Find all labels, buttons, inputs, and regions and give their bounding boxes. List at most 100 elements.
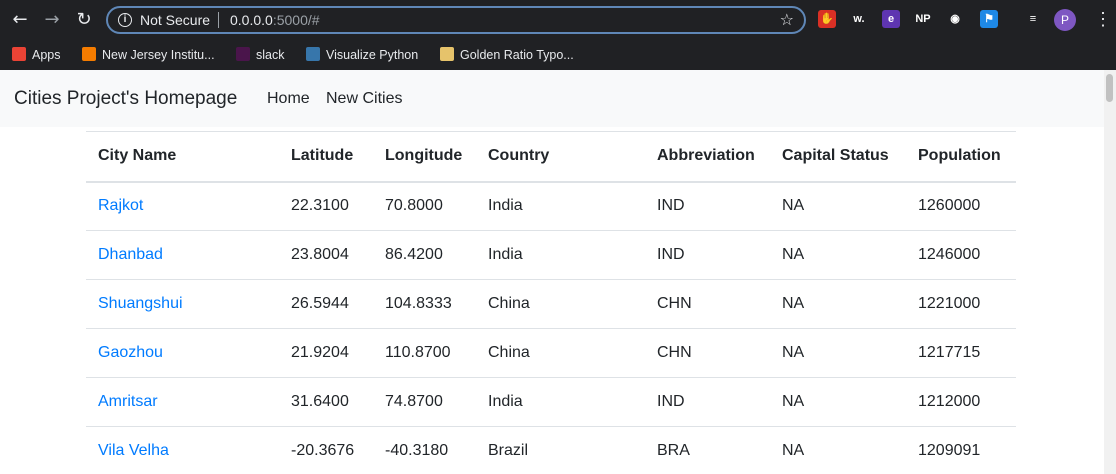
cell-capital-status: NA bbox=[770, 377, 906, 427]
table-row: Gaozhou 21.9204 110.8700 China CHN NA 1217715 bbox=[86, 328, 1016, 378]
cell-city-name: Dhanbad bbox=[86, 230, 279, 280]
cell-longitude: -40.3180 bbox=[373, 426, 476, 474]
address-bar[interactable]: i Not Secure 0.0.0.0:5000/# ☆ bbox=[106, 6, 806, 34]
bookmark-star-icon[interactable]: ☆ bbox=[780, 10, 794, 29]
np-extension-icon[interactable]: NP bbox=[914, 10, 932, 28]
cell-capital-status: NA bbox=[770, 328, 906, 378]
cell-abbreviation: CHN bbox=[645, 279, 770, 329]
navbar-brand[interactable]: Cities Project's Homepage bbox=[14, 88, 237, 110]
nav-link-new-cities[interactable]: New Cities bbox=[326, 90, 402, 108]
page-content: Cities Project's Homepage Home New Citie… bbox=[0, 70, 1116, 474]
header-city-name: City Name bbox=[86, 131, 279, 183]
w-extension-icon[interactable]: w. bbox=[850, 10, 868, 28]
url-text[interactable]: 0.0.0.0:5000/# bbox=[230, 12, 320, 28]
cell-longitude: 70.8000 bbox=[373, 181, 476, 231]
cell-latitude: -20.3676 bbox=[279, 426, 373, 474]
cell-capital-status: NA bbox=[770, 230, 906, 280]
bookmark-label: New Jersey Institu... bbox=[102, 48, 215, 62]
njit-icon bbox=[82, 47, 96, 61]
cell-latitude: 23.8004 bbox=[279, 230, 373, 280]
table-row: Shuangshui 26.5944 104.8333 China CHN NA 12210… bbox=[86, 279, 1016, 329]
cell-longitude: 86.4200 bbox=[373, 230, 476, 280]
cell-abbreviation: BRA bbox=[645, 426, 770, 474]
table-row: Rajkot 22.3100 70.8000 India IND NA 1260000 bbox=[86, 181, 1016, 231]
e-extension-icon[interactable]: e bbox=[882, 10, 900, 28]
cell-population: 1260000 bbox=[906, 181, 1016, 231]
cell-city-name: Vila Velha bbox=[86, 426, 279, 474]
cell-country: India bbox=[476, 230, 645, 280]
profile-avatar[interactable]: P bbox=[1054, 9, 1076, 31]
cell-population: 1212000 bbox=[906, 377, 1016, 427]
cell-latitude: 26.5944 bbox=[279, 279, 373, 329]
cell-latitude: 22.3100 bbox=[279, 181, 373, 231]
cell-latitude: 31.6400 bbox=[279, 377, 373, 427]
cities-table: City Name Latitude Longitude Country Abb… bbox=[86, 131, 1016, 474]
bookmark-item[interactable]: New Jersey Institu... bbox=[82, 45, 215, 65]
url-host: 0.0.0.0 bbox=[230, 12, 273, 28]
cell-country: India bbox=[476, 181, 645, 231]
info-icon[interactable]: i bbox=[118, 13, 132, 27]
adblock-icon[interactable]: ✋ bbox=[818, 10, 836, 28]
header-country: Country bbox=[476, 131, 645, 183]
apps-grid-icon bbox=[12, 47, 26, 61]
vertical-scrollbar[interactable] bbox=[1104, 70, 1116, 474]
omnibox-divider bbox=[218, 12, 219, 28]
city-link[interactable]: Rajkot bbox=[98, 197, 143, 214]
more-menu-icon[interactable]: ⋮ bbox=[1094, 8, 1112, 30]
cell-latitude: 21.9204 bbox=[279, 328, 373, 378]
bookmarks-bar: Apps New Jersey Institu... slack Visualize … bbox=[0, 40, 1116, 70]
nav-link-home[interactable]: Home bbox=[267, 90, 310, 108]
cell-population: 1221000 bbox=[906, 279, 1016, 329]
cell-capital-status: NA bbox=[770, 279, 906, 329]
header-abbreviation: Abbreviation bbox=[645, 131, 770, 183]
cell-country: Brazil bbox=[476, 426, 645, 474]
cell-abbreviation: IND bbox=[645, 230, 770, 280]
url-path: :5000/# bbox=[272, 12, 320, 28]
cell-longitude: 110.8700 bbox=[373, 328, 476, 378]
table-header-row: City Name Latitude Longitude Country Abb… bbox=[86, 131, 1016, 183]
cell-city-name: Rajkot bbox=[86, 181, 279, 231]
city-link[interactable]: Gaozhou bbox=[98, 344, 163, 361]
puzzle-extension-icon[interactable]: ⚑ bbox=[980, 10, 998, 28]
bookmark-label: Visualize Python bbox=[326, 48, 419, 62]
cell-city-name: Gaozhou bbox=[86, 328, 279, 378]
cell-abbreviation: IND bbox=[645, 181, 770, 231]
back-arrow-icon[interactable]: ← bbox=[8, 8, 32, 32]
scrollbar-thumb[interactable] bbox=[1106, 74, 1113, 102]
cell-city-name: Shuangshui bbox=[86, 279, 279, 329]
table-row: Amritsar 31.6400 74.8700 India IND NA 1212000 bbox=[86, 377, 1016, 427]
bookmark-label: Apps bbox=[32, 48, 61, 62]
header-longitude: Longitude bbox=[373, 131, 476, 183]
slack-icon bbox=[236, 47, 250, 61]
bookmark-label: Golden Ratio Typo... bbox=[460, 48, 574, 62]
city-link[interactable]: Vila Velha bbox=[98, 442, 169, 459]
cell-abbreviation: CHN bbox=[645, 328, 770, 378]
cell-country: China bbox=[476, 328, 645, 378]
bookmark-item[interactable]: Apps bbox=[12, 45, 61, 65]
media-controls-icon[interactable]: ≡ bbox=[1024, 10, 1042, 28]
golden-ratio-icon bbox=[440, 47, 454, 61]
cell-population: 1217715 bbox=[906, 328, 1016, 378]
cell-city-name: Amritsar bbox=[86, 377, 279, 427]
cell-longitude: 74.8700 bbox=[373, 377, 476, 427]
bookmark-item[interactable]: Visualize Python bbox=[306, 45, 418, 65]
header-latitude: Latitude bbox=[279, 131, 373, 183]
city-link[interactable]: Amritsar bbox=[98, 393, 158, 410]
cell-population: 1209091 bbox=[906, 426, 1016, 474]
python-icon bbox=[306, 47, 320, 61]
security-status[interactable]: Not Secure bbox=[140, 12, 210, 28]
cell-population: 1246000 bbox=[906, 230, 1016, 280]
browser-toolbar: ← → ↻ i Not Secure 0.0.0.0:5000/# ☆ ✋ w. e… bbox=[0, 0, 1116, 40]
city-link[interactable]: Shuangshui bbox=[98, 295, 183, 312]
table-row: Dhanbad 23.8004 86.4200 India IND NA 1246000 bbox=[86, 230, 1016, 280]
reload-icon[interactable]: ↻ bbox=[72, 8, 96, 32]
header-capital-status: Capital Status bbox=[770, 131, 906, 183]
city-link[interactable]: Dhanbad bbox=[98, 246, 163, 263]
bookmark-item[interactable]: slack bbox=[236, 45, 284, 65]
table-row: Vila Velha -20.3676 -40.3180 Brazil BRA NA 120… bbox=[86, 426, 1016, 474]
bookmark-item[interactable]: Golden Ratio Typo... bbox=[440, 45, 574, 65]
cell-country: China bbox=[476, 279, 645, 329]
forward-arrow-icon[interactable]: → bbox=[40, 8, 64, 32]
record-extension-icon[interactable]: ◉ bbox=[946, 10, 964, 28]
cell-longitude: 104.8333 bbox=[373, 279, 476, 329]
